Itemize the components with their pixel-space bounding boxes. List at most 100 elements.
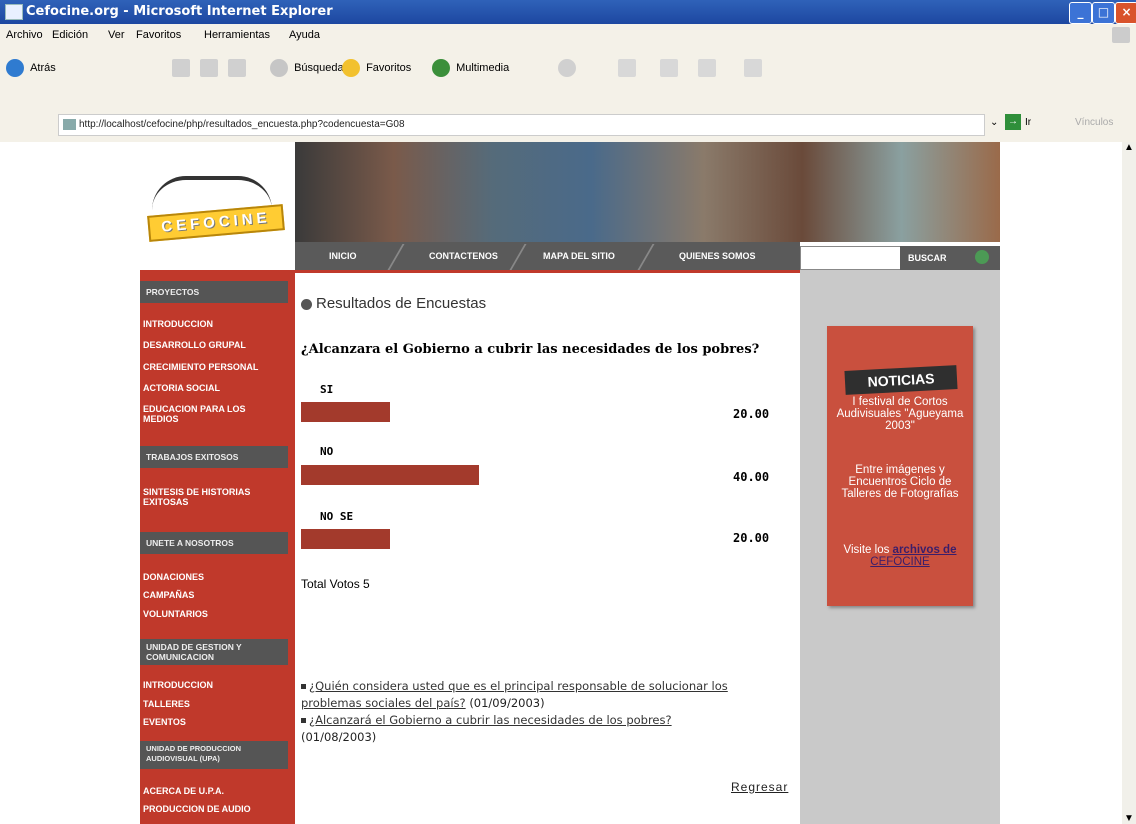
back-arrow-icon: [6, 59, 24, 77]
list-bullet-icon: [301, 718, 306, 723]
result-value: 20.00: [733, 531, 770, 545]
scroll-down-icon[interactable]: ▼: [1124, 813, 1134, 824]
mail-button[interactable]: [618, 59, 636, 77]
sidebar-item-acerca-upa[interactable]: ACERCA DE U.P.A.: [143, 786, 224, 796]
sidebar-item-sintesis-historias[interactable]: SINTESIS DE HISTORIAS EXITOSAS: [143, 487, 281, 507]
menu-herramientas[interactable]: Herramientas: [204, 29, 270, 41]
refresh-icon: [200, 59, 218, 77]
news-item-festival[interactable]: I festival de Cortos Audivisuales "Aguey…: [831, 396, 969, 432]
result-value: 20.00: [733, 407, 770, 421]
site-search-button[interactable]: BUSCAR: [900, 246, 1000, 270]
search-toolbar-button[interactable]: Búsqueda: [270, 59, 344, 77]
poll-question: ¿Alcanzara el Gobierno a cubrir las nece…: [301, 342, 760, 357]
result-bar: [301, 529, 390, 549]
messenger-icon: [744, 59, 762, 77]
news-title: NOTICIAS: [844, 365, 958, 395]
edit-icon: [698, 59, 716, 77]
menu-ayuda[interactable]: Ayuda: [289, 29, 320, 41]
toolbar: Atrás Búsqueda Favoritos Multimedia: [0, 46, 1136, 87]
news-archive-link-b[interactable]: CEFOCINE: [870, 556, 929, 568]
media-button[interactable]: Multimedia: [432, 59, 509, 77]
sidebar-head-gestion-comunicacion[interactable]: UNIDAD DE GESTION Y COMUNICACION: [140, 639, 288, 665]
home-button[interactable]: [228, 59, 246, 77]
news-item-fotografias[interactable]: Entre imágenes y Encuentros Ciclo de Tal…: [831, 464, 969, 500]
bullet-icon: [301, 298, 312, 310]
windows-logo-icon: [1112, 27, 1130, 43]
sidebar-item-educacion-medios[interactable]: EDUCACION PARA LOS MEDIOS: [143, 404, 273, 424]
site-search-input[interactable]: [800, 246, 902, 270]
address-bar: http://localhost/cefocine/php/resultados…: [0, 86, 1136, 142]
title-bar: Cefocine.org - Microsoft Internet Explor…: [0, 0, 1136, 24]
sidebar-item-eventos[interactable]: EVENTOS: [143, 717, 186, 727]
option-label: SI: [320, 383, 334, 396]
sidebar-head-proyectos[interactable]: PROYECTOS: [140, 281, 288, 303]
sidebar-head-produccion-audiovisual[interactable]: UNIDAD DE PRODUCCION AUDIOVISUAL (UPA): [140, 741, 288, 769]
menu-bar: Archivo Edición Ver Favoritos Herramient…: [0, 24, 1136, 47]
list-item: ¿Quién considera usted que es el princip…: [301, 678, 786, 712]
nav-inicio[interactable]: INICIO: [329, 251, 357, 261]
list-bullet-icon: [301, 684, 306, 689]
menu-favoritos[interactable]: Favoritos: [136, 29, 181, 41]
go-button[interactable]: Ir: [1025, 117, 1031, 128]
news-visit: Visite los archivos de CEFOCINE: [843, 544, 957, 568]
media-icon: [432, 59, 450, 77]
sidebar-item-introduccion[interactable]: INTRODUCCION: [143, 319, 213, 329]
sidebar-item-voluntarios[interactable]: VOLUNTARIOS: [143, 609, 208, 619]
vertical-scrollbar[interactable]: ▲ ▼: [1122, 142, 1136, 824]
sidebar-item-introduccion-ugc[interactable]: INTRODUCCION: [143, 680, 213, 690]
menu-edicion[interactable]: Edición: [52, 29, 88, 41]
history-icon: [558, 59, 576, 77]
sidebar-item-actoria-social[interactable]: ACTORIA SOCIAL: [143, 383, 220, 393]
total-votes: Total Votos 5: [301, 577, 370, 591]
logo-figures-arc: [152, 176, 272, 210]
poll-date: (01/08/2003): [301, 730, 377, 744]
sidebar-item-talleres[interactable]: TALLERES: [143, 699, 190, 709]
page-title: Resultados de Encuestas: [301, 295, 486, 312]
header-photo-banner: [295, 142, 1000, 242]
stop-button[interactable]: [172, 59, 190, 77]
nav-separator: [509, 244, 527, 270]
result-value: 40.00: [733, 470, 770, 484]
news-archive-link-a[interactable]: archivos de: [893, 544, 957, 556]
nav-quienes-somos[interactable]: QUIENES SOMOS: [679, 251, 756, 261]
print-button[interactable]: [660, 59, 678, 77]
other-polls-list: ¿Quién considera usted que es el princip…: [301, 678, 786, 746]
nav-separator: [387, 244, 405, 270]
top-nav: INICIO CONTACTENOS MAPA DEL SITIO QUIENE…: [295, 242, 800, 273]
scroll-up-icon[interactable]: ▲: [1124, 142, 1134, 153]
option-label: NO: [320, 445, 334, 458]
sidebar-item-campanas[interactable]: CAMPAÑAS: [143, 590, 194, 600]
nav-mapa-del-sitio[interactable]: MAPA DEL SITIO: [543, 251, 615, 261]
back-link[interactable]: Regresar: [731, 780, 788, 794]
close-button[interactable]: ×: [1115, 2, 1136, 24]
sidebar-item-produccion-audio[interactable]: PRODUCCION DE AUDIO: [143, 804, 251, 814]
ie-app-icon: [5, 4, 23, 20]
print-icon: [660, 59, 678, 77]
maximize-button[interactable]: □: [1092, 2, 1115, 24]
edit-button[interactable]: [698, 59, 716, 77]
sidebar-head-unete[interactable]: UNETE A NOSOTROS: [140, 532, 288, 554]
nav-separator: [637, 244, 655, 270]
sidebar-head-trabajos-exitosos[interactable]: TRABAJOS EXITOSOS: [140, 446, 288, 468]
links-button[interactable]: Vínculos: [1075, 117, 1113, 128]
nav-contactenos[interactable]: CONTACTENOS: [429, 251, 498, 261]
address-input[interactable]: http://localhost/cefocine/php/resultados…: [58, 114, 985, 136]
poll-link[interactable]: ¿Alcanzará el Gobierno a cubrir las nece…: [309, 713, 672, 727]
messenger-button[interactable]: [744, 59, 762, 77]
menu-ver[interactable]: Ver: [108, 29, 125, 41]
sidebar-item-desarrollo-grupal[interactable]: DESARROLLO GRUPAL: [143, 340, 246, 350]
window-title: Cefocine.org - Microsoft Internet Explor…: [26, 4, 333, 19]
address-dropdown-icon[interactable]: ⌄: [990, 117, 998, 128]
minimize-button[interactable]: _: [1069, 2, 1092, 24]
history-button[interactable]: [558, 59, 576, 77]
list-item: ¿Alcanzará el Gobierno a cubrir las nece…: [301, 712, 786, 746]
mail-icon: [618, 59, 636, 77]
menu-archivo[interactable]: Archivo: [6, 29, 43, 41]
back-button[interactable]: Atrás: [6, 59, 56, 77]
sidebar-item-donaciones[interactable]: DONACIONES: [143, 572, 204, 582]
favorites-button[interactable]: Favoritos: [342, 59, 411, 77]
cefocine-logo[interactable]: CEFOCINE: [140, 170, 285, 245]
sidebar-item-crecimiento-personal[interactable]: CRECIMIENTO PERSONAL: [143, 362, 258, 372]
refresh-button[interactable]: [200, 59, 218, 77]
go-arrow-icon[interactable]: →: [1005, 114, 1021, 130]
